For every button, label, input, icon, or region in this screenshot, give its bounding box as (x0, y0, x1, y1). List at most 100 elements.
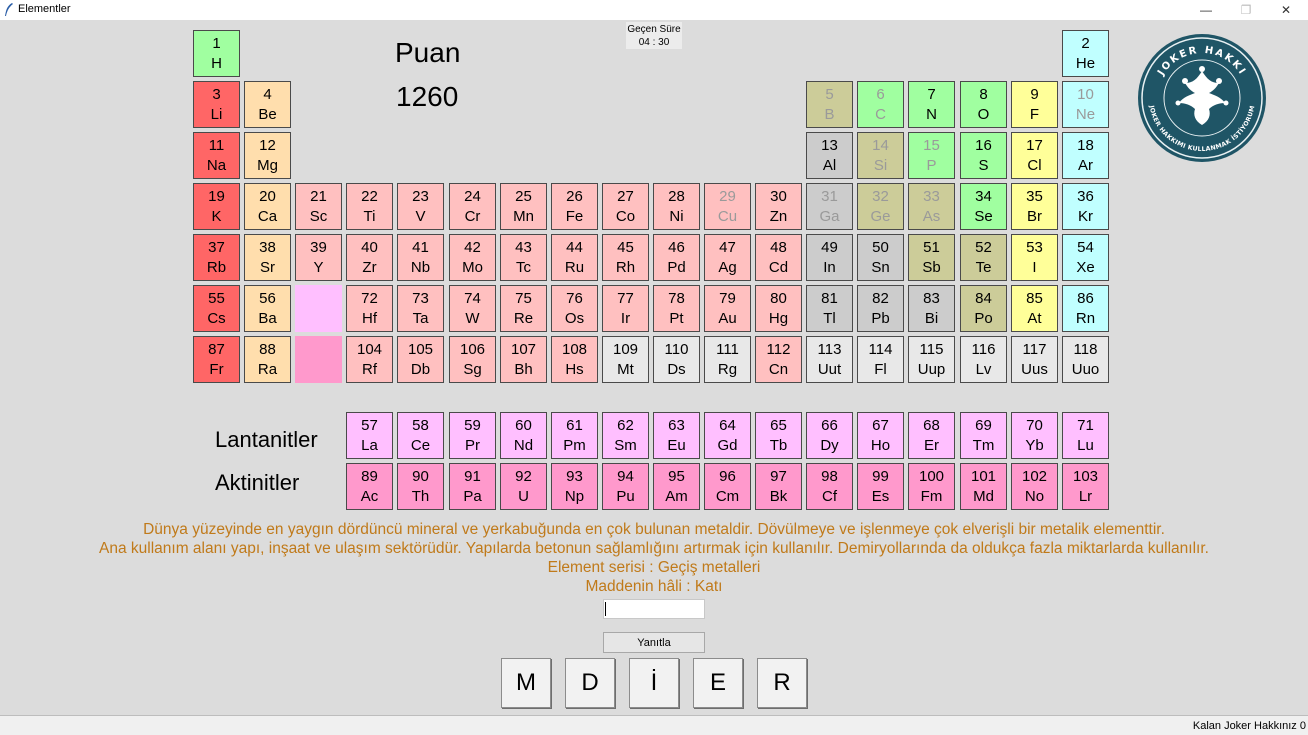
element-cell-yb[interactable]: 70 Yb (1011, 412, 1058, 459)
element-cell-f[interactable]: 9F (1011, 81, 1058, 128)
element-cell-cn[interactable]: 112 Cn (755, 336, 802, 383)
element-cell-ag[interactable]: 47 Ag (704, 234, 751, 281)
answer-button[interactable]: Yanıtla (603, 632, 705, 653)
element-cell-o[interactable]: 8O (960, 81, 1007, 128)
element-cell-pb[interactable]: 82 Pb (857, 285, 904, 332)
element-cell-br[interactable]: 35 Br (1011, 183, 1058, 230)
element-cell-ru[interactable]: 44 Ru (551, 234, 598, 281)
element-cell-zr[interactable]: 40 Zr (346, 234, 393, 281)
element-cell-ce[interactable]: 58 Ce (397, 412, 444, 459)
element-cell-fe[interactable]: 26 Fe (551, 183, 598, 230)
element-cell-ir[interactable]: 77 Ir (602, 285, 649, 332)
element-cell-cm[interactable]: 96 Cm (704, 463, 751, 510)
element-cell-n[interactable]: 7N (908, 81, 955, 128)
element-cell-ga[interactable]: 31 Ga (806, 183, 853, 230)
element-cell-be[interactable]: 4 Be (244, 81, 291, 128)
element-cell-cs[interactable]: 55 Cs (193, 285, 240, 332)
element-cell-au[interactable]: 79 Au (704, 285, 751, 332)
close-button[interactable]: ✕ (1266, 0, 1306, 20)
element-cell-tl[interactable]: 81 Tl (806, 285, 853, 332)
element-cell-tc[interactable]: 43 Tc (500, 234, 547, 281)
maximize-button[interactable]: ❐ (1226, 0, 1266, 20)
element-cell-nb[interactable]: 41 Nb (397, 234, 444, 281)
element-cell-lv[interactable]: 116 Lv (960, 336, 1007, 383)
element-cell-ds[interactable]: 110 Ds (653, 336, 700, 383)
element-cell-mn[interactable]: 25 Mn (500, 183, 547, 230)
element-cell-la[interactable]: 57 La (346, 412, 393, 459)
answer-input[interactable] (603, 599, 705, 619)
element-cell-sg[interactable]: 106 Sg (449, 336, 496, 383)
minimize-button[interactable]: — (1186, 0, 1226, 20)
letter-button-3[interactable]: İ (629, 658, 679, 708)
element-cell-fl[interactable]: 114 Fl (857, 336, 904, 383)
element-cell-te[interactable]: 52 Te (960, 234, 1007, 281)
element-cell-ba[interactable]: 56 Ba (244, 285, 291, 332)
element-cell-in[interactable]: 49 In (806, 234, 853, 281)
element-cell-pa[interactable]: 91 Pa (449, 463, 496, 510)
element-cell-pd[interactable]: 46 Pd (653, 234, 700, 281)
letter-button-1[interactable]: M (501, 658, 551, 708)
element-cell-mg[interactable]: 12 Mg (244, 132, 291, 179)
element-cell-db[interactable]: 105 Db (397, 336, 444, 383)
element-cell-se[interactable]: 34 Se (960, 183, 1007, 230)
element-cell-bi[interactable]: 83 Bi (908, 285, 955, 332)
element-cell-nd[interactable]: 60 Nd (500, 412, 547, 459)
element-cell-tb[interactable]: 65 Tb (755, 412, 802, 459)
element-cell-ar[interactable]: 18 Ar (1062, 132, 1109, 179)
element-cell-v[interactable]: 23 V (397, 183, 444, 230)
element-cell-am[interactable]: 95 Am (653, 463, 700, 510)
element-cell-rb[interactable]: 37 Rb (193, 234, 240, 281)
element-cell-hg[interactable]: 80 Hg (755, 285, 802, 332)
element-cell-os[interactable]: 76 Os (551, 285, 598, 332)
element-cell-gd[interactable]: 64 Gd (704, 412, 751, 459)
element-cell-rf[interactable]: 104 Rf (346, 336, 393, 383)
element-cell-w[interactable]: 74 W (449, 285, 496, 332)
element-cell-hs[interactable]: 108 Hs (551, 336, 598, 383)
joker-logo[interactable]: JOKER HAKKI JOKER HAKKIMI KULLANMAK İSTİ… (1135, 33, 1269, 163)
element-cell-eu[interactable]: 63 Eu (653, 412, 700, 459)
element-cell-ra[interactable]: 88 Ra (244, 336, 291, 383)
element-cell-ac[interactable]: 89 Ac (346, 463, 393, 510)
element-cell-er[interactable]: 68 Er (908, 412, 955, 459)
element-cell-rg[interactable]: 111 Rg (704, 336, 751, 383)
letter-button-2[interactable]: D (565, 658, 615, 708)
element-cell-c[interactable]: 6C (857, 81, 904, 128)
element-cell-ca[interactable]: 20 Ca (244, 183, 291, 230)
element-cell-re[interactable]: 75 Re (500, 285, 547, 332)
element-cell-ti[interactable]: 22 Ti (346, 183, 393, 230)
element-cell-fm[interactable]: 100 Fm (908, 463, 955, 510)
element-cell-rn[interactable]: 86 Rn (1062, 285, 1109, 332)
element-cell-hf[interactable]: 72 Hf (346, 285, 393, 332)
element-cell-xe[interactable]: 54 Xe (1062, 234, 1109, 281)
element-cell-k[interactable]: 19 K (193, 183, 240, 230)
element-cell-p[interactable]: 15 P (908, 132, 955, 179)
element-cell-at[interactable]: 85 At (1011, 285, 1058, 332)
letter-button-4[interactable]: E (693, 658, 743, 708)
element-cell-pm[interactable]: 61 Pm (551, 412, 598, 459)
element-cell-kr[interactable]: 36 Kr (1062, 183, 1109, 230)
element-cell-no[interactable]: 102 No (1011, 463, 1058, 510)
element-cell-bh[interactable]: 107 Bh (500, 336, 547, 383)
element-cell-sn[interactable]: 50 Sn (857, 234, 904, 281)
element-cell-uuo[interactable]: 118 Uuo (1062, 336, 1109, 383)
element-cell-cf[interactable]: 98 Cf (806, 463, 853, 510)
element-cell-uut[interactable]: 113 Uut (806, 336, 853, 383)
element-cell-pu[interactable]: 94 Pu (602, 463, 649, 510)
element-cell-ge[interactable]: 32 Ge (857, 183, 904, 230)
element-cell-y[interactable]: 39 Y (295, 234, 342, 281)
element-cell-na[interactable]: 11 Na (193, 132, 240, 179)
element-cell-cr[interactable]: 24 Cr (449, 183, 496, 230)
element-cell-uus[interactable]: 117 Uus (1011, 336, 1058, 383)
element-cell-lu[interactable]: 71 Lu (1062, 412, 1109, 459)
element-cell-cu[interactable]: 29 Cu (704, 183, 751, 230)
element-cell-ni[interactable]: 28 Ni (653, 183, 700, 230)
element-cell-bk[interactable]: 97 Bk (755, 463, 802, 510)
element-cell-fr[interactable]: 87 Fr (193, 336, 240, 383)
element-cell-as[interactable]: 33 As (908, 183, 955, 230)
element-cell-np[interactable]: 93 Np (551, 463, 598, 510)
element-cell-s[interactable]: 16 S (960, 132, 1007, 179)
element-cell-h[interactable]: 1H (193, 30, 240, 77)
element-cell-sc[interactable]: 21 Sc (295, 183, 342, 230)
element-cell-md[interactable]: 101 Md (960, 463, 1007, 510)
element-cell-he[interactable]: 2 He (1062, 30, 1109, 77)
